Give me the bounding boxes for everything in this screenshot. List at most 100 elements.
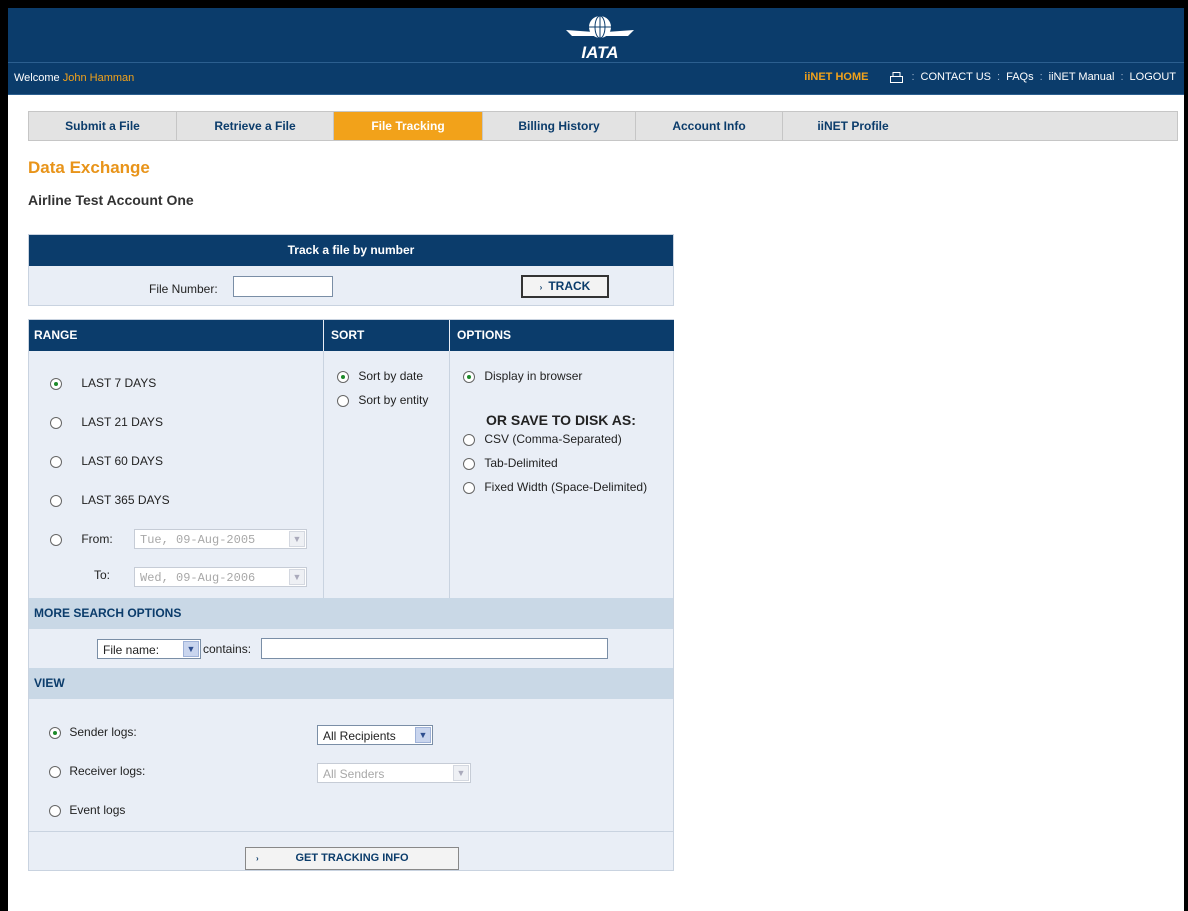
radio-button[interactable] [50, 377, 62, 390]
save-csv-option[interactable]: CSV (Comma-Separated) [463, 432, 622, 446]
print-icon[interactable] [890, 71, 904, 83]
radio-button[interactable] [463, 457, 475, 470]
track-by-number-panel: Track a file by number File Number: › TRA… [28, 234, 674, 306]
radio-button[interactable] [463, 433, 475, 446]
range-option-custom[interactable]: From: [50, 532, 113, 546]
chevron-right-icon: › [539, 283, 543, 292]
radio-button[interactable] [49, 804, 61, 817]
range-option-7-days[interactable]: LAST 7 DAYS [50, 376, 156, 390]
radio-button[interactable] [50, 416, 62, 429]
save-fixed-width-option[interactable]: Fixed Width (Space-Delimited) [463, 480, 647, 494]
range-option-21-days[interactable]: LAST 21 DAYS [50, 415, 163, 429]
welcome-message: Welcome John Hamman [14, 72, 134, 84]
logout-link[interactable]: LOGOUT [1130, 71, 1176, 83]
senders-select[interactable]: All Senders ▼ [317, 763, 471, 783]
column-divider [323, 351, 324, 598]
top-links: iiNET HOME : CONTACT US : FAQs : iiNET M… [804, 71, 1176, 83]
user-name-link[interactable]: John Hamman [63, 72, 135, 84]
welcome-prefix: Welcome [14, 72, 60, 84]
page-title: Data Exchange [28, 158, 150, 177]
chevron-down-icon: ▼ [289, 531, 305, 547]
to-label: To: [94, 568, 111, 582]
display-in-browser-label: Display in browser [484, 369, 583, 383]
tab-iinet-profile[interactable]: iiNET Profile [783, 112, 923, 140]
sort-by-entity-option[interactable]: Sort by entity [337, 393, 428, 407]
range-label: LAST 60 DAYS [81, 454, 163, 468]
contains-label: contains: [203, 642, 252, 656]
radio-button[interactable] [50, 533, 62, 546]
link-separator: : [1120, 71, 1124, 83]
get-tracking-info-button[interactable]: › GET TRACKING INFO [245, 847, 459, 870]
receiver-logs-label: Receiver logs: [69, 764, 146, 778]
save-fixed-width-label: Fixed Width (Space-Delimited) [484, 480, 648, 494]
recipients-select[interactable]: All Recipients ▼ [317, 725, 433, 745]
range-heading: RANGE [29, 320, 323, 351]
radio-button[interactable] [337, 394, 349, 407]
tab-file-tracking[interactable]: File Tracking [334, 112, 483, 140]
to-date-value: Wed, 09-Aug-2006 [140, 571, 256, 585]
radio-button[interactable] [337, 370, 349, 383]
iinet-home-link[interactable]: iiNET HOME [804, 71, 868, 83]
account-name: Airline Test Account One [28, 192, 194, 208]
radio-button[interactable] [50, 494, 62, 507]
save-to-disk-heading: OR SAVE TO DISK AS: [486, 412, 636, 428]
senders-value: All Senders [323, 767, 385, 781]
track-button-label: TRACK [548, 279, 591, 293]
faqs-link[interactable]: FAQs [1006, 71, 1034, 83]
tab-submit-a-file[interactable]: Submit a File [29, 112, 177, 140]
chevron-down-icon: ▼ [183, 641, 199, 657]
save-tab-option[interactable]: Tab-Delimited [463, 456, 558, 470]
search-field-select[interactable]: File name: ▼ [97, 639, 201, 659]
top-banner: IATA [8, 8, 1184, 62]
link-separator: : [911, 71, 915, 83]
options-heading: OPTIONS [450, 320, 674, 351]
chevron-down-icon: ▼ [415, 727, 431, 743]
radio-button[interactable] [50, 455, 62, 468]
range-option-365-days[interactable]: LAST 365 DAYS [50, 493, 170, 507]
file-number-label: File Number: [149, 282, 218, 296]
from-label: From: [81, 532, 113, 546]
event-logs-label: Event logs [69, 803, 126, 817]
sort-heading: SORT [324, 320, 449, 351]
display-in-browser-option[interactable]: Display in browser [463, 369, 582, 383]
radio-button[interactable] [463, 481, 475, 494]
radio-button[interactable] [49, 765, 61, 778]
tab-retrieve-a-file[interactable]: Retrieve a File [177, 112, 334, 140]
link-separator: : [1039, 71, 1043, 83]
column-divider [449, 351, 450, 598]
save-tab-label: Tab-Delimited [484, 456, 558, 470]
main-nav: Submit a File Retrieve a File File Track… [28, 111, 1178, 141]
track-button[interactable]: › TRACK [521, 275, 609, 298]
from-date-value: Tue, 09-Aug-2005 [140, 533, 256, 547]
divider [29, 831, 673, 832]
sender-logs-label: Sender logs: [69, 725, 137, 739]
view-heading: VIEW [29, 668, 673, 699]
range-label: LAST 21 DAYS [81, 415, 163, 429]
sender-logs-option[interactable]: Sender logs: [49, 725, 137, 739]
track-panel-heading: Track a file by number [29, 235, 673, 266]
more-search-heading: MORE SEARCH OPTIONS [29, 598, 673, 629]
contact-us-link[interactable]: CONTACT US [921, 71, 992, 83]
tab-billing-history[interactable]: Billing History [483, 112, 636, 140]
sort-by-date-option[interactable]: Sort by date [337, 369, 423, 383]
range-option-60-days[interactable]: LAST 60 DAYS [50, 454, 163, 468]
chevron-down-icon: ▼ [453, 765, 469, 781]
from-date-select[interactable]: Tue, 09-Aug-2005 ▼ [134, 529, 307, 549]
get-tracking-info-label: GET TRACKING INFO [295, 852, 409, 864]
event-logs-option[interactable]: Event logs [49, 803, 125, 817]
welcome-bar: Welcome John Hamman iiNET HOME : CONTACT… [8, 62, 1184, 95]
receiver-logs-option[interactable]: Receiver logs: [49, 764, 145, 778]
radio-button[interactable] [463, 370, 475, 383]
to-date-select[interactable]: Wed, 09-Aug-2006 ▼ [134, 567, 307, 587]
link-separator: : [997, 71, 1001, 83]
app-frame: IATA Welcome John Hamman iiNET HOME : CO… [8, 8, 1184, 911]
sort-by-date-label: Sort by date [358, 369, 424, 383]
save-csv-label: CSV (Comma-Separated) [484, 432, 622, 446]
radio-button[interactable] [49, 726, 61, 739]
file-number-input[interactable] [233, 276, 333, 297]
contains-input[interactable] [261, 638, 608, 659]
search-form-panel: RANGE SORT OPTIONS LAST 7 DAYS LAST 21 D… [28, 319, 674, 871]
search-field-value: File name: [103, 643, 160, 657]
iinet-manual-link[interactable]: iiNET Manual [1049, 71, 1115, 83]
tab-account-info[interactable]: Account Info [636, 112, 783, 140]
